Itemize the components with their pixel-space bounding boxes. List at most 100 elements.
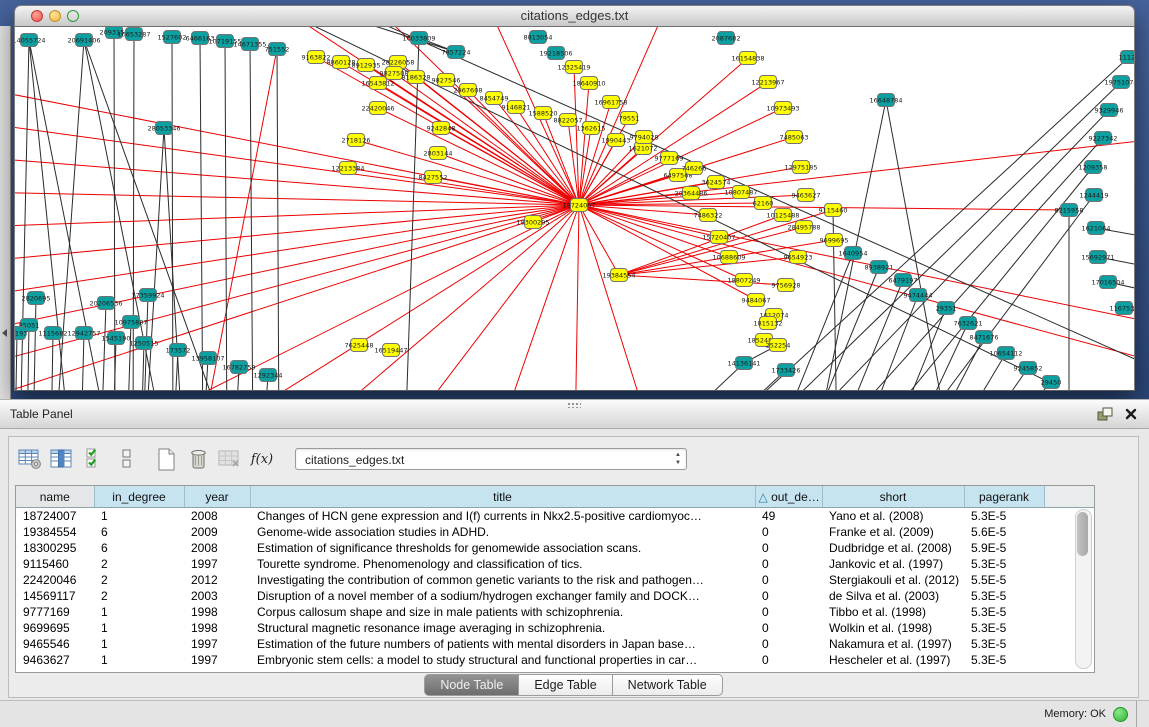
graph-edge[interactable]	[348, 168, 579, 205]
graph-node[interactable]: 1640954	[839, 247, 868, 260]
table-cell[interactable]: 1	[94, 636, 184, 652]
graph-edge[interactable]	[295, 205, 579, 391]
graph-node[interactable]: 2087682	[712, 32, 741, 45]
close-window-button[interactable]	[31, 10, 43, 22]
memory-ok-indicator[interactable]	[1113, 707, 1128, 722]
table-cell[interactable]: Dudbridge et al. (2008)	[822, 540, 964, 556]
graph-node[interactable]: 9463627	[792, 189, 821, 202]
table-cell[interactable]: 5.5E-5	[964, 572, 1044, 588]
graph-node[interactable]: 173572	[166, 344, 191, 357]
graph-edge[interactable]	[579, 205, 1135, 367]
graph-node[interactable]: 22420046	[361, 102, 394, 115]
graph-edge[interactable]	[575, 205, 579, 391]
select-column-icon[interactable]	[49, 446, 75, 472]
graph-edge[interactable]	[15, 333, 17, 391]
table-cell[interactable]: 0	[755, 572, 822, 588]
graph-edge[interactable]	[579, 205, 1135, 327]
table-cell[interactable]: 6	[94, 524, 184, 540]
graph-node[interactable]: 15692971	[1081, 251, 1114, 264]
table-cell[interactable]: 2	[94, 556, 184, 572]
table-cell[interactable]: Yano et al. (2008)	[822, 508, 964, 525]
graph-node[interactable]: 9794028	[630, 131, 659, 144]
graph-node[interactable]: 1167531	[1110, 302, 1135, 315]
create-table-icon[interactable]	[153, 446, 179, 472]
table-cell[interactable]: 0	[755, 636, 822, 652]
graph-edge[interactable]	[33, 298, 36, 391]
graph-node[interactable]: 29351	[936, 302, 957, 315]
graph-edge[interactable]	[378, 108, 579, 205]
graph-node[interactable]: 11123	[1119, 51, 1135, 64]
graph-node[interactable]: 2803144	[424, 147, 453, 160]
table-cell[interactable]: 2008	[184, 540, 250, 556]
table-cell[interactable]: 5.3E-5	[964, 604, 1044, 620]
graph-edge[interactable]	[101, 303, 106, 391]
table-row[interactable]: 969969511998Structural magnetic resonanc…	[16, 620, 1044, 636]
graph-node[interactable]: 16782759	[222, 361, 255, 374]
table-cell[interactable]: Nakamura et al. (1997)	[822, 636, 964, 652]
graph-node[interactable]: 10653287	[117, 28, 150, 41]
table-cell[interactable]: Investigating the contribution of common…	[250, 572, 755, 588]
graph-node[interactable]: 18807249	[727, 274, 760, 287]
column-header-short[interactable]: short	[822, 486, 964, 508]
graph-node[interactable]: 10973493	[766, 102, 799, 115]
graph-node[interactable]: 8471676	[970, 331, 999, 344]
graph-node[interactable]: 14136141	[727, 357, 760, 370]
table-row[interactable]: 911546021997Tourette syndrome. Phenomeno…	[16, 556, 1044, 572]
minimize-window-button[interactable]	[49, 10, 61, 22]
graph-node[interactable]: 8938921	[865, 261, 894, 274]
graph-edge[interactable]	[345, 27, 1135, 377]
graph-node[interactable]: 39193	[15, 327, 27, 340]
table-row[interactable]: 1938455462009Genome-wide association stu…	[16, 524, 1044, 540]
table-row[interactable]: 946362711997Embryonic stem cells: a mode…	[16, 652, 1044, 668]
table-row[interactable]: 946554611997Estimation of the future num…	[16, 636, 1044, 652]
table-cell[interactable]: 5.3E-5	[964, 636, 1044, 652]
graph-node[interactable]: 9115460	[819, 204, 848, 217]
graph-node[interactable]: 28053346	[147, 122, 180, 135]
graph-node[interactable]: 62160	[753, 197, 774, 210]
graph-node[interactable]: 9227342	[1089, 132, 1118, 145]
graph-node[interactable]: 28495788	[787, 221, 820, 234]
table-cell[interactable]: Corpus callosum shape and size in male p…	[250, 604, 755, 620]
graph-node[interactable]: 1250515	[130, 337, 159, 350]
table-cell[interactable]: Franke et al. (2009)	[822, 524, 964, 540]
table-cell[interactable]: 18300295	[16, 540, 94, 556]
graph-edge[interactable]	[95, 205, 579, 391]
graph-edge[interactable]	[15, 122, 579, 205]
graph-edge[interactable]	[200, 38, 203, 391]
graph-edge[interactable]	[395, 205, 579, 391]
graph-edge[interactable]	[250, 44, 253, 391]
graph-node[interactable]: 1815132	[754, 317, 783, 330]
graph-node[interactable]: 9146821	[502, 101, 531, 114]
table-cell[interactable]: 9115460	[16, 556, 94, 572]
graph-edge[interactable]	[200, 49, 277, 391]
graph-edge[interactable]	[619, 215, 783, 275]
graph-node[interactable]: 12213384	[331, 162, 364, 175]
table-cell[interactable]: 5.3E-5	[964, 556, 1044, 572]
table-cell[interactable]: Changes of HCN gene expression and I(f) …	[250, 508, 755, 525]
graph-node[interactable]: 746266	[682, 162, 707, 175]
graph-node[interactable]: 751552	[265, 43, 290, 56]
graph-node[interactable]: 1545190	[102, 332, 131, 345]
table-cell[interactable]: 2009	[184, 524, 250, 540]
table-cell[interactable]: 1998	[184, 604, 250, 620]
graph-node[interactable]: 19218506	[539, 47, 572, 60]
graph-node[interactable]: 7485063	[780, 131, 809, 144]
table-cell[interactable]: Estimation of the future numbers of pati…	[250, 636, 755, 652]
graph-node[interactable]: 1244419	[1080, 189, 1109, 202]
table-cell[interactable]: 9699695	[16, 620, 94, 636]
table-cell[interactable]: 9465546	[16, 636, 94, 652]
table-cell[interactable]: Stergiakouli et al. (2012)	[822, 572, 964, 588]
graph-node[interactable]: 1292344	[254, 369, 283, 382]
table-cell[interactable]: Tourette syndrome. Phenomenology and cla…	[250, 556, 755, 572]
table-cell[interactable]: 2008	[184, 508, 250, 525]
table-row[interactable]: 977716911998Corpus callosum shape and si…	[16, 604, 1044, 620]
graph-node[interactable]: 10975887	[114, 316, 147, 329]
graph-node[interactable]: 79551	[619, 112, 640, 125]
graph-edge[interactable]	[927, 337, 984, 391]
graph-edge[interactable]	[886, 100, 950, 391]
float-panel-icon[interactable]	[1097, 407, 1113, 426]
table-cell[interactable]: 2003	[184, 588, 250, 604]
graph-edge[interactable]	[745, 82, 1121, 391]
table-cell[interactable]: Disruption of a novel member of a sodium…	[250, 588, 755, 604]
graph-edge[interactable]	[29, 40, 110, 391]
